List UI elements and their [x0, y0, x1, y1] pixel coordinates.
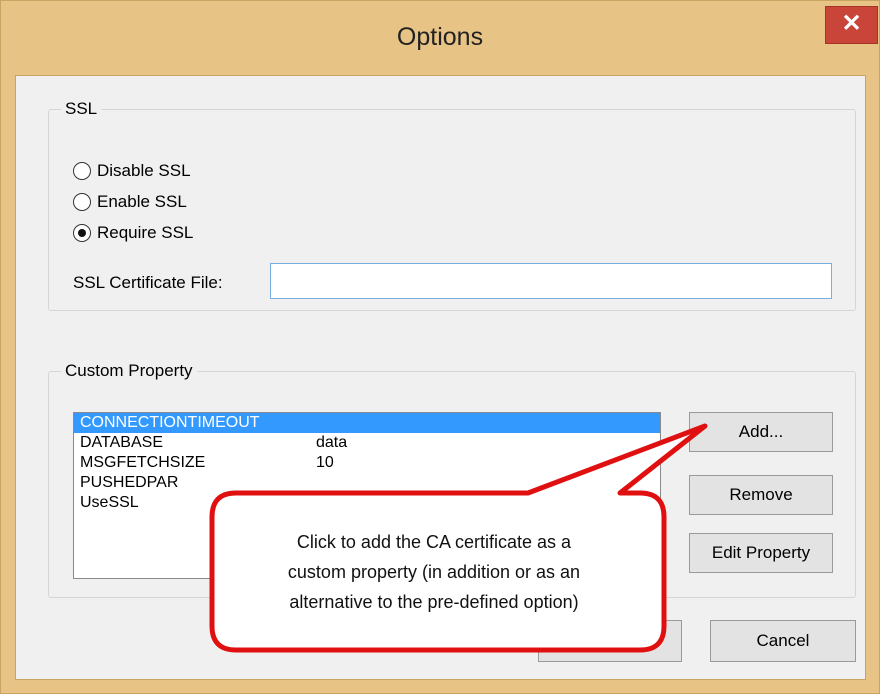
callout-line: alternative to the pre-defined option): [289, 592, 579, 612]
annotation-callout: Click to add the CA certificate as a cus…: [0, 0, 884, 700]
callout-text: Click to add the CA certificate as a cus…: [214, 527, 654, 617]
callout-line: custom property (in addition or as an: [287, 562, 581, 582]
callout-line: Click to add the CA certificate as a: [296, 532, 572, 552]
